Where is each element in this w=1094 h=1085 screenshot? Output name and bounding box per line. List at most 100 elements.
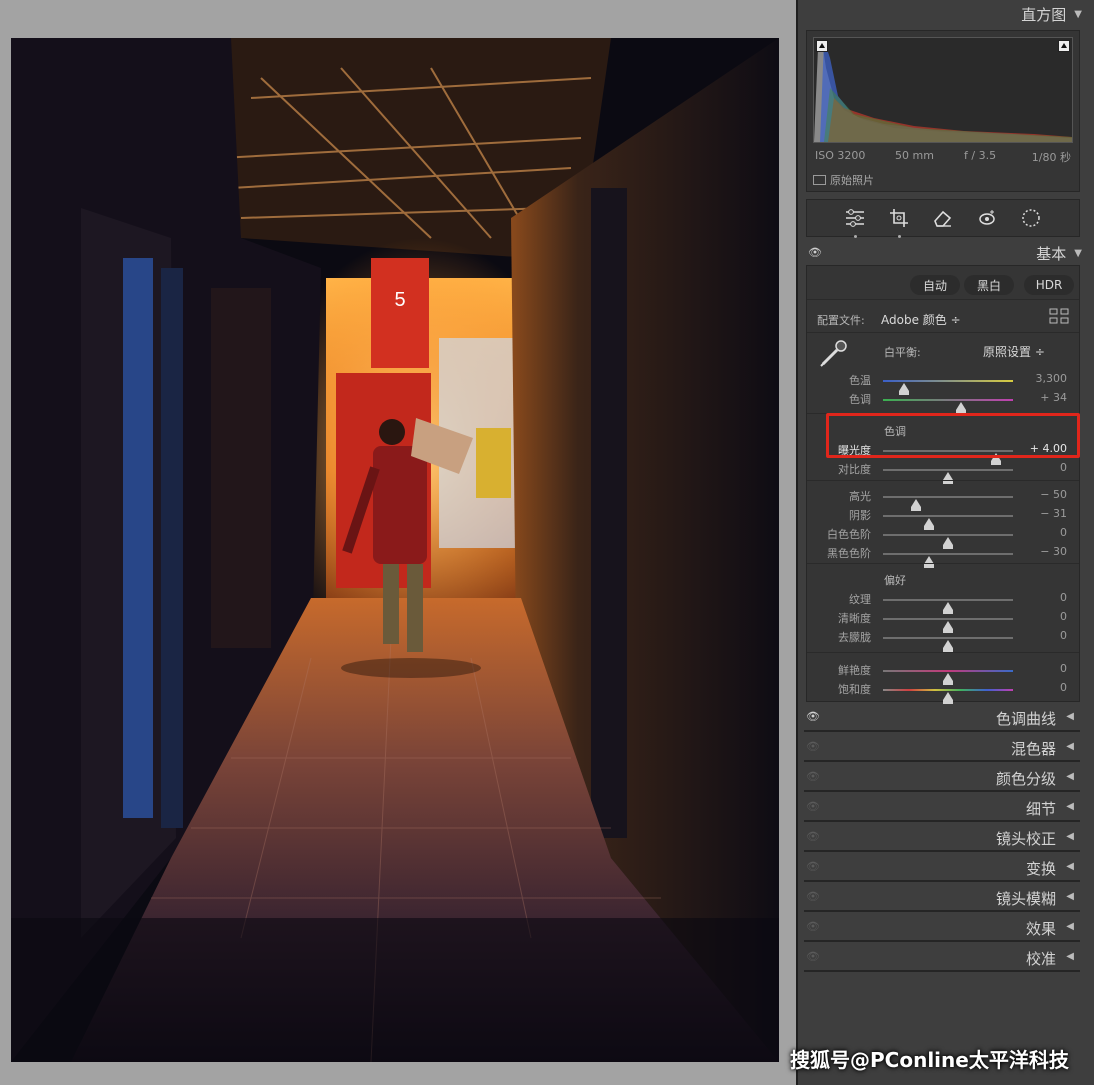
original-photo-label: 原始照片	[830, 174, 874, 187]
expand-triangle-icon[interactable]: ◀	[1066, 771, 1074, 782]
slider-track[interactable]	[883, 618, 1013, 633]
slider-value[interactable]: 3,300	[1036, 372, 1068, 385]
slider-value[interactable]: − 31	[1040, 507, 1067, 520]
slider-dehaze[interactable]: 去朦胧 0	[807, 627, 1079, 652]
eye-icon[interactable]: 👁	[806, 890, 820, 903]
eye-icon[interactable]: 👁	[806, 770, 820, 783]
panel-tone-curve[interactable]: 👁 色调曲线 ◀	[804, 704, 1080, 732]
slider-track[interactable]	[883, 637, 1013, 652]
eye-icon[interactable]: 👁	[806, 950, 820, 963]
slider-value[interactable]: − 30	[1040, 545, 1067, 558]
shutter-readout: 1/80 秒	[1031, 151, 1071, 164]
expand-triangle-icon[interactable]: ◀	[1066, 891, 1074, 902]
expand-triangle-icon[interactable]: ◀	[1066, 831, 1074, 842]
sliders-icon[interactable]	[844, 207, 866, 238]
expand-triangle-icon[interactable]: ◀	[1066, 741, 1074, 752]
slider-track[interactable]	[883, 469, 1013, 484]
slider-value[interactable]: 0	[1060, 591, 1067, 604]
bw-button[interactable]: 黑白	[964, 275, 1014, 295]
panel-calibration[interactable]: 👁 校准 ◀	[804, 944, 1080, 972]
crop-icon[interactable]	[888, 207, 910, 238]
slider-saturation[interactable]: 饱和度 0	[807, 679, 1079, 704]
panel-effects[interactable]: 👁 效果 ◀	[804, 914, 1080, 942]
panel-lens-blur[interactable]: 👁 镜头模糊 ◀	[804, 884, 1080, 912]
panel-color-mixer[interactable]: 👁 混色器 ◀	[804, 734, 1080, 762]
slider-label: 纹理	[849, 593, 871, 606]
slider-label: 白色色阶	[827, 528, 871, 541]
redeye-icon[interactable]	[976, 207, 998, 229]
panel-detail[interactable]: 👁 细节 ◀	[804, 794, 1080, 822]
eye-icon[interactable]: 👁	[806, 740, 820, 753]
white-balance-select[interactable]: 原照设置 ÷	[983, 343, 1045, 360]
slider-track[interactable]	[883, 689, 1013, 704]
slider-clarity[interactable]: 清晰度 0	[807, 608, 1079, 633]
slider-value[interactable]: 0	[1060, 461, 1067, 474]
basic-panel-header[interactable]: 👁 基本 ▼	[806, 240, 1082, 266]
slider-value[interactable]: + 4.00	[1030, 442, 1067, 455]
slider-thumb[interactable]	[943, 472, 953, 484]
profile-select[interactable]: Adobe 颜色 ÷	[881, 311, 961, 328]
expand-triangle-icon[interactable]: ◀	[1066, 801, 1074, 812]
hdr-button[interactable]: HDR	[1024, 275, 1074, 295]
profile-browser-icon[interactable]	[1049, 308, 1069, 328]
panel-lens-corrections[interactable]: 👁 镜头校正 ◀	[804, 824, 1080, 852]
expand-triangle-icon[interactable]: ◀	[1066, 921, 1074, 932]
slider-value[interactable]: 0	[1060, 681, 1067, 694]
collapse-triangle-icon[interactable]: ▼	[1074, 248, 1082, 259]
eraser-icon[interactable]	[932, 207, 954, 229]
slider-exposure[interactable]: 曝光度 + 4.00	[807, 440, 1079, 465]
slider-track[interactable]	[883, 670, 1013, 685]
histogram-panel: ISO 3200 50 mm f / 3.5 1/80 秒 原始照片	[806, 30, 1080, 192]
expand-triangle-icon[interactable]: ◀	[1066, 861, 1074, 872]
original-photo-checkbox-icon[interactable]	[813, 175, 826, 185]
slider-whites[interactable]: 白色色阶 0	[807, 524, 1079, 549]
slider-value[interactable]: 0	[1060, 629, 1067, 642]
collapse-triangle-icon[interactable]: ▼	[1074, 9, 1082, 20]
slider-temp[interactable]: 色温 3,300	[807, 370, 1079, 395]
eye-icon[interactable]: 👁	[806, 830, 820, 843]
slider-track[interactable]	[883, 399, 1013, 414]
slider-contrast[interactable]: 对比度 0	[807, 459, 1079, 484]
slider-thumb[interactable]	[943, 640, 953, 652]
slider-highlights[interactable]: 高光 − 50	[807, 486, 1079, 511]
shadow-clipping-icon[interactable]	[816, 40, 828, 52]
slider-track[interactable]	[883, 515, 1013, 530]
slider-track[interactable]	[883, 534, 1013, 549]
slider-shadows[interactable]: 阴影 − 31	[807, 505, 1079, 530]
slider-value[interactable]: 0	[1060, 526, 1067, 539]
slider-thumb[interactable]	[956, 402, 966, 414]
highlight-clipping-icon[interactable]	[1058, 40, 1070, 52]
slider-value[interactable]: − 50	[1040, 488, 1067, 501]
eye-icon[interactable]: 👁	[806, 800, 820, 813]
eye-icon[interactable]: 👁	[808, 246, 822, 259]
slider-value[interactable]: + 34	[1040, 391, 1067, 404]
slider-track[interactable]	[883, 380, 1013, 395]
eye-icon[interactable]: 👁	[806, 920, 820, 933]
slider-track[interactable]	[883, 599, 1013, 614]
slider-tint[interactable]: 色调 + 34	[807, 389, 1079, 414]
expand-triangle-icon[interactable]: ◀	[1066, 711, 1074, 722]
slider-thumb[interactable]	[943, 692, 953, 704]
mask-icon[interactable]	[1020, 207, 1042, 229]
divider	[807, 332, 1079, 333]
histogram-graph[interactable]	[813, 37, 1073, 143]
slider-value[interactable]: 0	[1060, 662, 1067, 675]
slider-texture[interactable]: 纹理 0	[807, 589, 1079, 614]
histogram-header[interactable]: 直方图 ▼	[806, 1, 1082, 27]
expand-triangle-icon[interactable]: ◀	[1066, 951, 1074, 962]
panel-transform[interactable]: 👁 变换 ◀	[804, 854, 1080, 882]
auto-button[interactable]: 自动	[910, 275, 960, 295]
panel-color-grading[interactable]: 👁 颜色分级 ◀	[804, 764, 1080, 792]
slider-track[interactable]	[883, 450, 1013, 465]
slider-blacks[interactable]: 黑色色阶 − 30	[807, 543, 1079, 568]
histogram-curves	[814, 40, 1072, 142]
slider-track[interactable]	[883, 496, 1013, 511]
slider-vibrance[interactable]: 鲜艳度 0	[807, 660, 1079, 685]
eye-icon[interactable]: 👁	[806, 860, 820, 873]
slider-value[interactable]: 0	[1060, 610, 1067, 623]
original-photo-toggle[interactable]: 原始照片	[813, 172, 874, 188]
eye-icon[interactable]: 👁	[806, 710, 820, 723]
photo-preview[interactable]: 5	[11, 38, 779, 1062]
slider-track[interactable]	[883, 553, 1013, 568]
eyedropper-icon[interactable]	[817, 338, 849, 372]
